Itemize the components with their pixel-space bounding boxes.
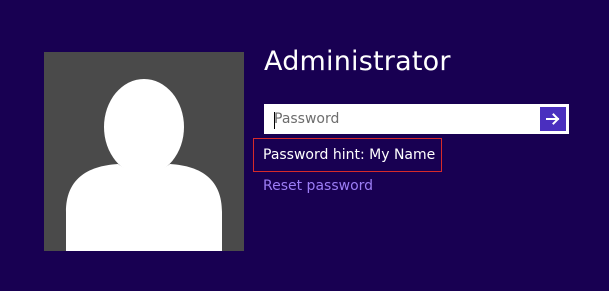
username-label: Administrator (264, 46, 451, 77)
password-field[interactable] (264, 104, 569, 134)
user-avatar (44, 52, 244, 251)
reset-password-link[interactable]: Reset password (263, 178, 373, 194)
password-input[interactable] (265, 105, 537, 133)
arrow-right-icon (546, 113, 560, 125)
submit-button[interactable] (540, 107, 566, 131)
text-caret (274, 112, 275, 129)
user-silhouette-icon (66, 79, 222, 251)
password-hint: Password hint: My Name (263, 147, 436, 163)
